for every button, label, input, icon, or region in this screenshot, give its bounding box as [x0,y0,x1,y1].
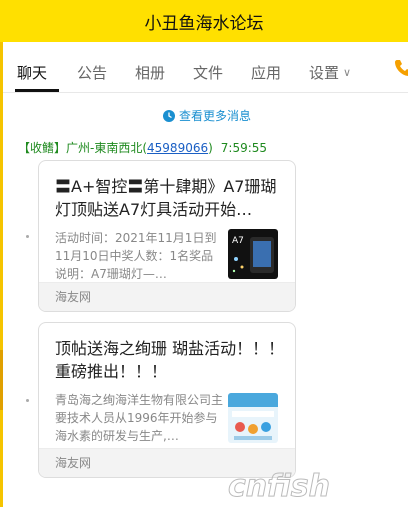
bullet-dot [26,235,29,238]
title-bar: 小丑鱼海水论坛 [0,0,408,42]
shared-link-card[interactable]: 〓A+智控〓第十肆期》A7珊瑚灯顶贴送A7灯具活动开始… 活动时间：2021年1… [38,160,296,312]
thumbnail-label: A7 [232,236,244,246]
chevron-down-icon: ∨ [343,66,352,79]
sender-id-link[interactable]: 45989066 [147,141,208,155]
card-description: 青岛海之绚海洋生物有限公司主要技术人员从1996年开始参与海水素的研发与生产,… [55,393,224,443]
card-title: 顶帖送海之绚珊 瑚盐活动！！！ 重磅推出！！！ [55,339,285,381]
tab-settings[interactable]: 设置 ∨ [309,62,351,83]
card-footer: 海友网 [39,282,295,311]
message-header: 【收鳍】广州-東南西北(45989066) 7:59:55 [18,141,268,155]
view-more-label: 查看更多消息 [179,109,252,123]
sender-name[interactable]: 【收鳍】广州-東南西北 [18,141,142,155]
group-title: 小丑鱼海水论坛 [144,13,264,34]
site-watermark: cnfish [228,470,330,502]
view-more-messages-link[interactable]: 查看更多消息 [163,107,251,124]
card-description: 活动时间：2021年11月1日到11月10日中奖人数：1名奖品说明：A7珊瑚灯—… [55,231,217,281]
card-thumbnail [228,393,278,443]
tab-announcement[interactable]: 公告 [77,62,107,83]
card-source: 海友网 [55,456,92,470]
shared-link-card[interactable]: 顶帖送海之绚珊 瑚盐活动！！！ 重磅推出！！！ 青岛海之绚海洋生物有限公司主要技… [38,322,296,478]
active-tab-indicator [15,89,59,92]
card-source: 海友网 [55,290,92,304]
tab-chat[interactable]: 聊天 [17,62,47,83]
phone-icon[interactable] [393,58,408,78]
message-time: 7:59:55 [220,141,268,155]
chat-panel: 聊天 公告 相册 文件 应用 设置 ∨ 查看更多消息 【收鳍】广州-東南西北(45… [3,42,408,507]
bullet-dot [26,399,29,402]
tab-settings-label: 设置 [309,64,340,82]
card-thumbnail: A7 [228,229,278,279]
clock-icon [163,109,175,122]
tab-files[interactable]: 文件 [193,62,223,83]
tab-album[interactable]: 相册 [135,62,165,83]
card-title: 〓A+智控〓第十肆期》A7珊瑚灯顶贴送A7灯具活动开始… [55,177,277,219]
watermark-text: cnfish [228,470,330,502]
tab-apps[interactable]: 应用 [251,62,281,83]
tab-bar: 聊天 公告 相册 文件 应用 设置 ∨ [3,42,408,93]
